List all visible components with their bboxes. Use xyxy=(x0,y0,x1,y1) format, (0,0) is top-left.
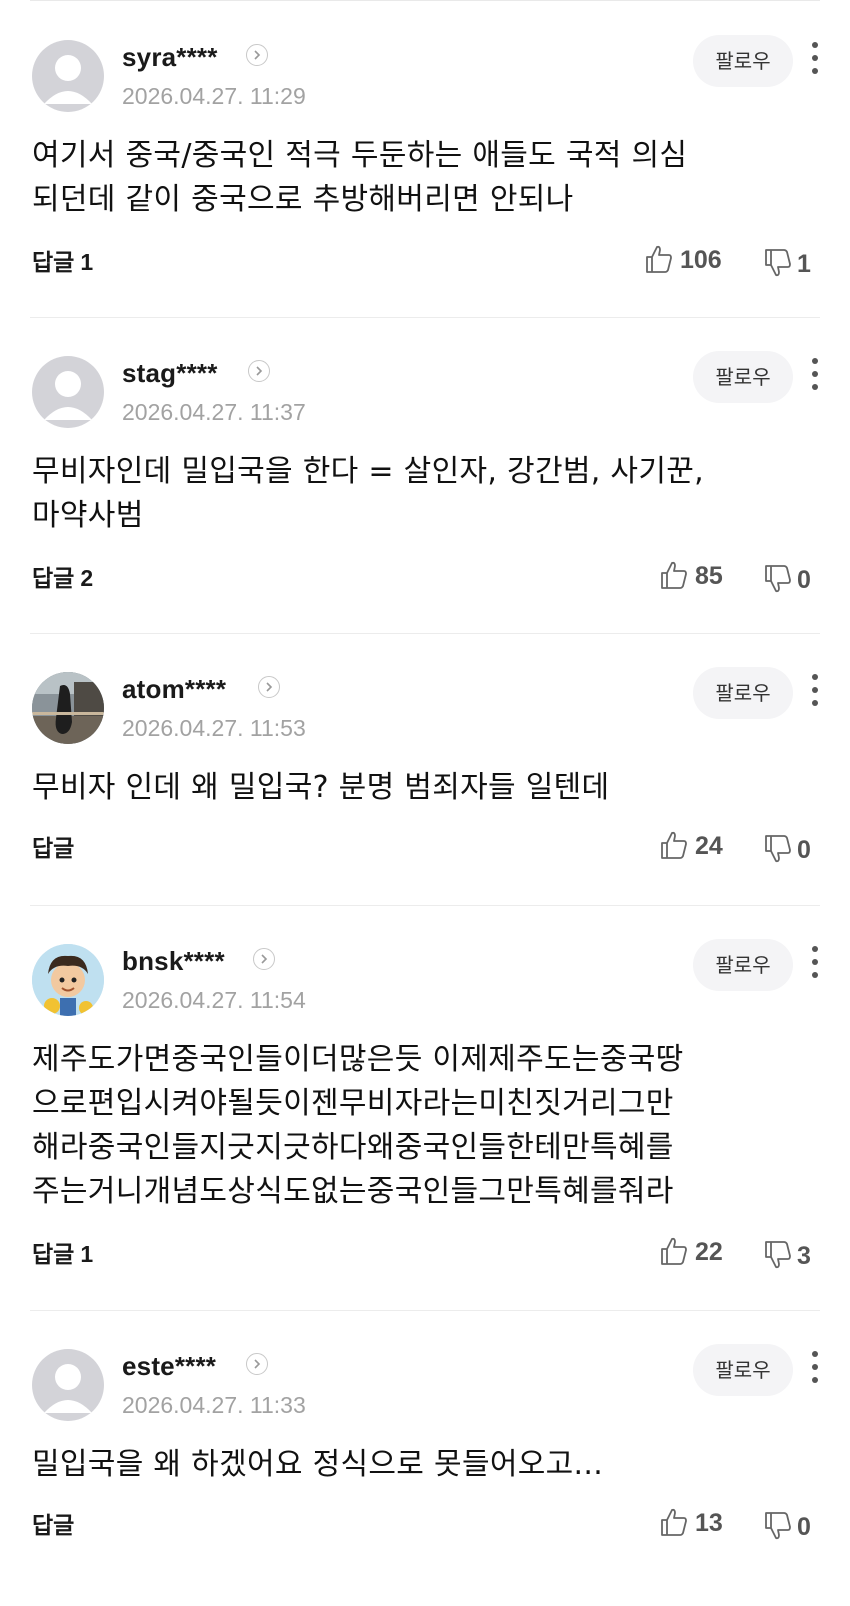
comment-divider xyxy=(30,633,820,634)
reply-button[interactable]: 답글 2 xyxy=(32,564,93,593)
more-options-icon[interactable] xyxy=(808,358,822,392)
comment-timestamp: 2026.04.27. 11:53 xyxy=(122,715,306,741)
follow-button[interactable]: 팔로우 xyxy=(693,351,793,403)
chevron-right-icon[interactable] xyxy=(246,44,268,66)
dislike-button[interactable]: 0 xyxy=(764,1511,814,1543)
comment-timestamp: 2026.04.27. 11:33 xyxy=(122,1392,306,1418)
dislike-count: 3 xyxy=(797,1242,811,1270)
top-divider xyxy=(30,0,820,1)
comment-divider xyxy=(30,317,820,318)
thumbs-up-icon xyxy=(661,561,687,589)
username[interactable]: stag**** xyxy=(122,358,218,388)
like-count: 85 xyxy=(695,562,723,590)
reply-count: 1 xyxy=(80,249,94,275)
dislike-count: 0 xyxy=(797,1513,811,1541)
like-count: 22 xyxy=(695,1238,723,1266)
reply-button[interactable]: 답글 1 xyxy=(32,248,93,277)
comment-text: 무비자인데 밀입국을 한다 = 살인자, 강간범, 사기꾼, 마약사범 xyxy=(32,454,704,533)
thumbs-down-icon xyxy=(765,249,791,277)
dislike-button[interactable]: 0 xyxy=(764,564,814,596)
default-avatar-icon xyxy=(44,1364,92,1413)
thumbs-up-icon xyxy=(661,1508,687,1536)
comment-text: 밀입국을 왜 하겠어요 정식으로 못들어오고... xyxy=(32,1447,604,1482)
more-options-icon[interactable] xyxy=(808,674,822,708)
follow-button[interactable]: 팔로우 xyxy=(693,939,793,991)
comment-timestamp: 2026.04.27. 11:37 xyxy=(122,399,306,425)
reply-count: 2 xyxy=(80,565,94,591)
default-avatar-icon xyxy=(44,371,92,420)
dislike-button[interactable]: 0 xyxy=(764,834,814,866)
avatar[interactable] xyxy=(32,944,104,1016)
reply-label: 답글 xyxy=(32,836,75,862)
default-avatar-icon xyxy=(44,55,92,104)
comment-text: 무비자 인데 왜 밀입국? 분명 범죄자들 일텐데 xyxy=(32,770,610,805)
dislike-count: 0 xyxy=(797,566,811,594)
more-options-icon[interactable] xyxy=(808,1351,822,1385)
dislike-button[interactable]: 1 xyxy=(764,248,814,280)
more-options-icon[interactable] xyxy=(808,42,822,76)
more-options-icon[interactable] xyxy=(808,946,822,980)
like-button[interactable]: 22 xyxy=(660,1236,730,1268)
avatar[interactable] xyxy=(32,40,104,112)
thumbs-up-icon xyxy=(661,831,687,859)
reply-label: 답글 xyxy=(32,1513,75,1539)
like-count: 106 xyxy=(680,246,722,274)
username[interactable]: atom**** xyxy=(122,674,226,704)
username[interactable]: syra**** xyxy=(122,42,218,72)
reply-button[interactable]: 답글 xyxy=(32,834,80,863)
like-button[interactable]: 106 xyxy=(645,244,730,276)
username[interactable]: bnsk**** xyxy=(122,946,225,976)
follow-button[interactable]: 팔로우 xyxy=(693,35,793,87)
dislike-count: 0 xyxy=(797,836,811,864)
comment-divider xyxy=(30,905,820,906)
avatar[interactable] xyxy=(32,672,104,744)
thumbs-down-icon xyxy=(765,1241,791,1269)
thumbs-up-icon xyxy=(661,1237,687,1265)
follow-button[interactable]: 팔로우 xyxy=(693,667,793,719)
username[interactable]: este**** xyxy=(122,1351,216,1381)
avatar[interactable] xyxy=(32,1349,104,1421)
reply-label: 답글 xyxy=(32,1242,75,1268)
like-button[interactable]: 85 xyxy=(660,560,730,592)
reply-button[interactable]: 답글 xyxy=(32,1511,80,1540)
like-count: 24 xyxy=(695,832,723,860)
chevron-right-icon[interactable] xyxy=(248,360,270,382)
like-count: 13 xyxy=(695,1509,723,1537)
dislike-count: 1 xyxy=(797,250,811,278)
thumbs-up-icon xyxy=(646,245,672,273)
reply-label: 답글 xyxy=(32,250,75,276)
avatar[interactable] xyxy=(32,356,104,428)
reply-count: 1 xyxy=(80,1241,94,1267)
comment-divider xyxy=(30,1310,820,1311)
dislike-button[interactable]: 3 xyxy=(764,1240,814,1272)
thumbs-down-icon xyxy=(765,1512,791,1540)
comment-text: 여기서 중국/중국인 적극 두둔하는 애들도 국적 의심 되던데 같이 중국으로… xyxy=(32,138,688,217)
thumbs-down-icon xyxy=(765,835,791,863)
reply-label: 답글 xyxy=(32,566,75,592)
chevron-right-icon[interactable] xyxy=(253,948,275,970)
reply-button[interactable]: 답글 1 xyxy=(32,1240,93,1269)
comment-text: 제주도가면중국인들이더많은듯 이제제주도는중국땅 으로편입시켜야될듯이젠무비자라… xyxy=(32,1042,684,1209)
photo-avatar-image xyxy=(32,672,104,744)
comment-timestamp: 2026.04.27. 11:29 xyxy=(122,83,306,109)
chevron-right-icon[interactable] xyxy=(258,676,280,698)
follow-button[interactable]: 팔로우 xyxy=(693,1344,793,1396)
chevron-right-icon[interactable] xyxy=(246,1353,268,1375)
like-button[interactable]: 13 xyxy=(660,1507,730,1539)
comment-timestamp: 2026.04.27. 11:54 xyxy=(122,987,306,1013)
like-button[interactable]: 24 xyxy=(660,830,730,862)
thumbs-down-icon xyxy=(765,565,791,593)
cartoon-avatar-image xyxy=(32,944,104,1016)
